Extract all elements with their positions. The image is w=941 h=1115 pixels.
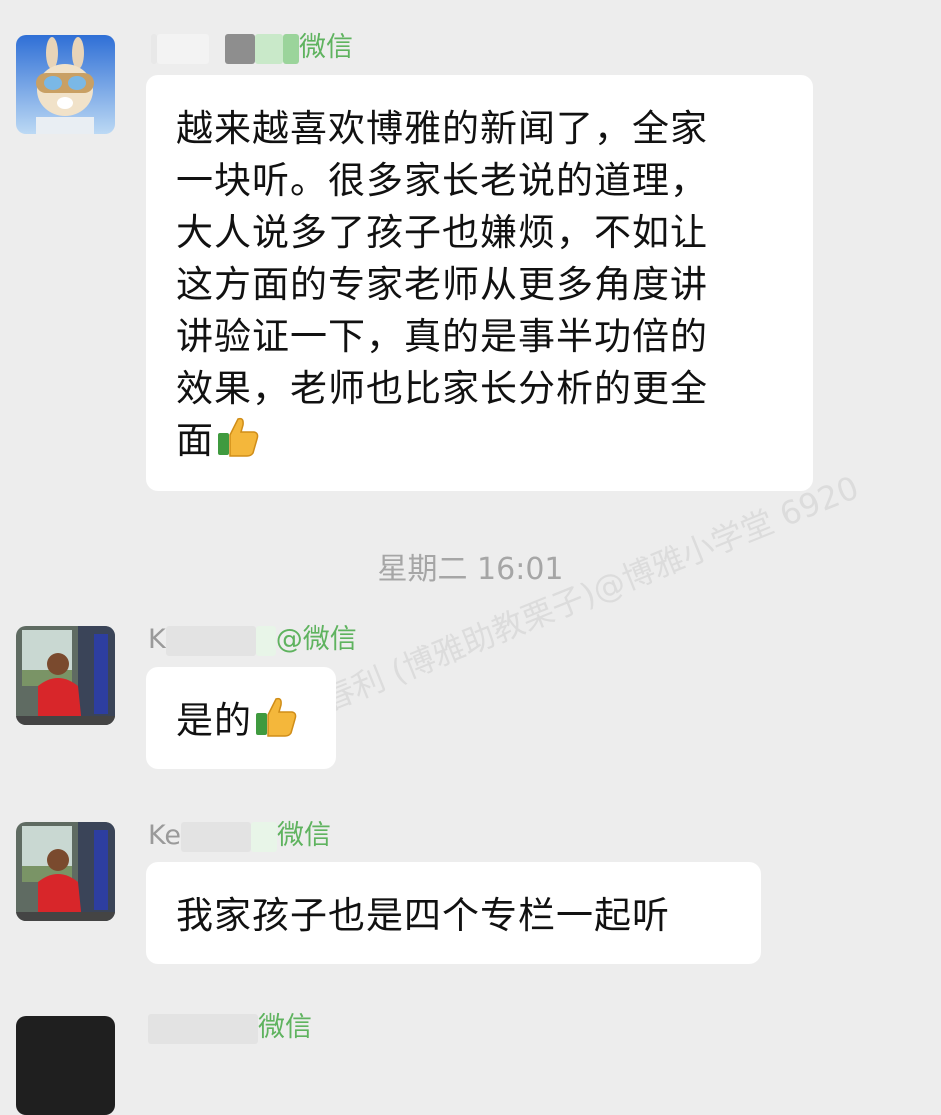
redacted-block [283, 33, 299, 64]
sender-suffix: 微信 [276, 820, 331, 851]
watermark-text: 陈春利 (博雅助教栗子)@博雅小学堂 6920 [287, 468, 865, 731]
thumbs-up-icon [218, 417, 259, 457]
message-line-last: 面 [176, 415, 783, 467]
redacted-block [165, 625, 256, 656]
redacted-block [255, 625, 276, 656]
sender-name: K @微信 [148, 622, 357, 658]
message-bubble[interactable]: 越来越喜欢博雅的新闻了，全家 一块听。很多家长老说的道理， 大人说多了孩子也嫌烦… [146, 75, 813, 491]
redacted-block [250, 821, 277, 852]
message-line: 这方面的专家老师从更多角度讲 [176, 263, 708, 306]
sender-suffix: @微信 [275, 624, 357, 655]
message-line: 大人说多了孩子也嫌烦，不如让 [176, 211, 708, 254]
redacted-block [225, 33, 255, 64]
child-avatar-icon [16, 822, 115, 921]
message-line: 面 [176, 419, 214, 462]
message-line: 效果，老师也比家长分析的更全 [176, 367, 708, 410]
timestamp: 星期二 16:01 [377, 552, 564, 587]
redacted-block [180, 821, 251, 852]
sender-suffix: 微信 [299, 32, 353, 63]
avatar-child[interactable] [16, 626, 115, 725]
sender-prefix: Ke [148, 820, 181, 851]
message-bubble[interactable]: 我家孩子也是四个专栏一起听 [146, 862, 761, 964]
redacted-block [157, 33, 209, 64]
child-avatar-icon [16, 626, 115, 725]
thumbs-up-icon [256, 697, 297, 737]
message-bubble[interactable]: 是的 [146, 667, 336, 769]
avatar-child[interactable] [16, 822, 115, 921]
message-line: 讲验证一下，真的是事半功倍的 [176, 315, 708, 358]
avatar-rabbit[interactable] [16, 35, 115, 134]
redacted-block [148, 1013, 258, 1044]
message-text: 是的 [176, 699, 252, 742]
message-line: 一块听。很多家长老说的道理， [176, 159, 708, 202]
sender-suffix: 微信 [258, 1012, 312, 1043]
message-text: 我家孩子也是四个专栏一起听 [176, 894, 670, 937]
sender-name: Ke 微信 [148, 818, 331, 854]
sender-name: 微信 [148, 30, 353, 66]
rabbit-avatar-icon [16, 35, 115, 134]
avatar-partial[interactable] [16, 1016, 115, 1115]
message-line: 越来越喜欢博雅的新闻了，全家 [176, 107, 708, 150]
redacted-block [255, 33, 283, 64]
sender-name: 微信 [148, 1010, 312, 1046]
sender-prefix: K [148, 624, 166, 655]
